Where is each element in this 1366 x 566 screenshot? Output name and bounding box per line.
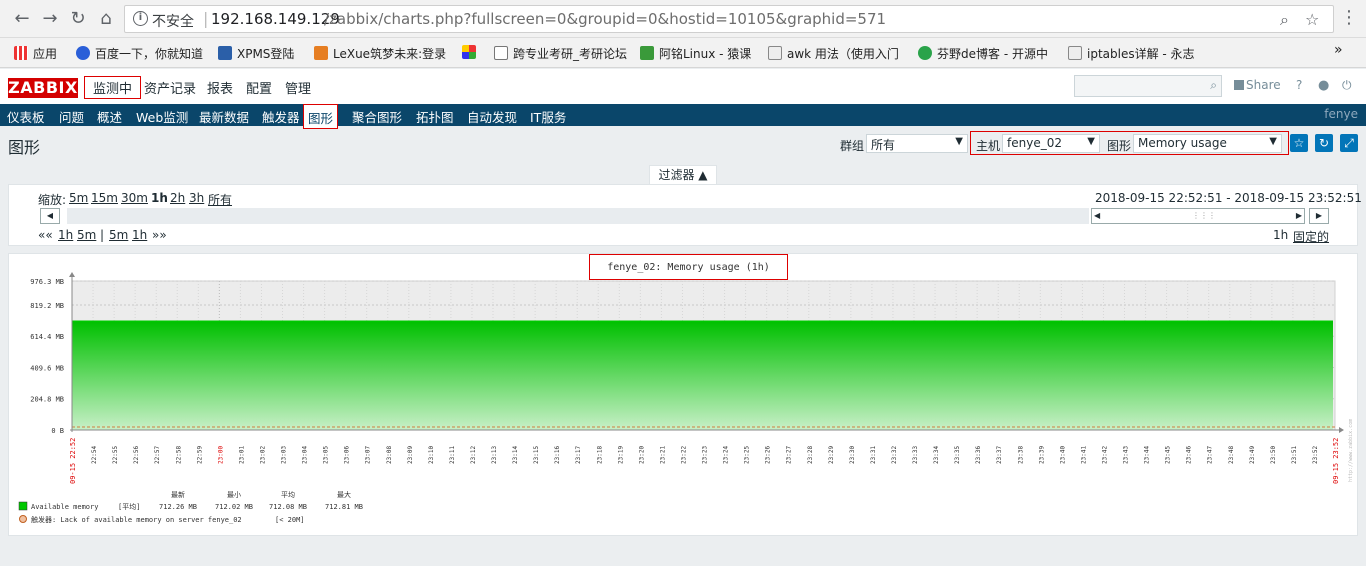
series-area-available-memory [72,321,1333,430]
x-axis-arrow [1339,427,1344,433]
legend-trigger-value: [< 20M] [275,516,305,524]
legend-value: 712.81 MB [325,503,363,511]
x-tick-label: 23:37 [996,446,1003,464]
chart-title: fenye_02: Memory usage (1h) [589,254,788,280]
x-tick-label: 23:46 [1186,446,1193,464]
x-tick-label: 23:40 [1059,446,1066,464]
x-tick-label: 23:33 [912,446,919,464]
legend-value: 712.02 MB [215,503,253,511]
y-tick-label: 204.8 MB [30,396,64,404]
y-axis-arrow [69,272,75,277]
x-tick-label: 23:18 [596,446,603,464]
x-tick-label: 22:55 [112,446,119,464]
y-tick-label: 819.2 MB [30,302,64,310]
x-tick-label: 23:51 [1291,446,1298,464]
x-tick-label: 23:14 [512,446,519,464]
x-tick-label: 23:31 [870,446,877,464]
x-tick-label: 23:19 [617,446,624,464]
legend-trigger-swatch [19,515,27,523]
x-tick-label: 23:06 [344,446,351,464]
legend-value: 712.08 MB [269,503,307,511]
x-tick-label: 23:26 [765,446,772,464]
x-tick-label: 23:34 [933,446,940,464]
x-tick-label: 23:10 [428,446,435,464]
x-tick-label: 23:00 [217,446,224,464]
legend-header: 平均 [281,490,295,499]
x-tick-label: 23:29 [828,446,835,464]
x-tick-label: 23:05 [323,446,330,464]
x-tick-label: 23:28 [807,446,814,464]
x-tick-label: 22:57 [154,446,161,464]
x-tick-label: 23:44 [1144,446,1151,464]
x-tick-label: 23:23 [702,446,709,464]
x-tick-label: 23:41 [1080,446,1087,464]
legend-trigger-label: 触发器: Lack of available memory on server … [31,515,242,524]
y-tick-label: 614.4 MB [30,333,64,341]
x-tick-label: 22:59 [196,446,203,464]
legend-aggregate: [平均] [118,502,140,511]
y-tick-label: 409.6 MB [30,364,64,372]
x-tick-label: 23:49 [1249,446,1256,464]
x-tick-label: 23:43 [1123,446,1130,464]
legend-value: 712.26 MB [159,503,197,511]
x-tick-label: 22:58 [175,446,182,464]
x-tick-label: 23:08 [386,446,393,464]
x-tick-label: 23:09 [407,446,414,464]
legend-header: 最大 [337,490,351,499]
zabbix-watermark: http://www.zabbix.com [1348,419,1354,482]
legend-header: 最小 [227,490,241,499]
x-tick-label: 23:32 [891,446,898,464]
x-tick-label: 23:03 [281,446,288,464]
x-tick-label: 23:50 [1270,446,1277,464]
memory-usage-chart[interactable]: 976.3 MB 819.2 MB 614.4 MB 409.6 MB 204.8 MB… [0,0,1366,566]
x-tick-label: 23:07 [365,446,372,464]
x-tick-label: 23:12 [470,446,477,464]
x-start-label: 09-15 22:52 [69,438,77,484]
x-tick-label: 23:30 [849,446,856,464]
x-tick-label: 23:01 [238,446,245,464]
x-tick-label: 23:52 [1312,446,1319,464]
y-tick-label: 976.3 MB [30,278,64,286]
x-tick-label: 23:39 [1038,446,1045,464]
x-tick-label: 23:21 [659,446,666,464]
x-tick-label: 22:54 [91,446,98,464]
x-tick-label: 23:48 [1228,446,1235,464]
x-tick-label: 23:13 [491,446,498,464]
legend-header: 最新 [171,490,185,499]
y-tick-label: 0 B [51,427,64,435]
x-tick-label: 23:11 [449,446,456,464]
x-tick-label: 23:17 [575,446,582,464]
x-tick-label: 23:38 [1017,446,1024,464]
x-tick-label: 23:04 [302,446,309,464]
x-tick-label: 23:47 [1207,446,1214,464]
x-tick-label: 23:36 [975,446,982,464]
x-end-label: 09-15 23:52 [1332,438,1340,484]
x-tick-label: 23:27 [786,446,793,464]
x-tick-label: 23:22 [680,446,687,464]
x-tick-label: 23:25 [744,446,751,464]
x-tick-label: 23:16 [554,446,561,464]
x-tick-label: 23:45 [1165,446,1172,464]
x-tick-label: 23:02 [259,446,266,464]
x-tick-label: 22:56 [133,446,140,464]
x-tick-label: 23:24 [723,446,730,464]
x-tick-label: 23:15 [533,446,540,464]
x-tick-label: 23:20 [638,446,645,464]
legend-swatch-available-memory [18,501,28,511]
x-tick-label: 23:42 [1101,446,1108,464]
legend-series-label: Available memory [31,503,98,511]
x-tick-label: 23:35 [954,446,961,464]
